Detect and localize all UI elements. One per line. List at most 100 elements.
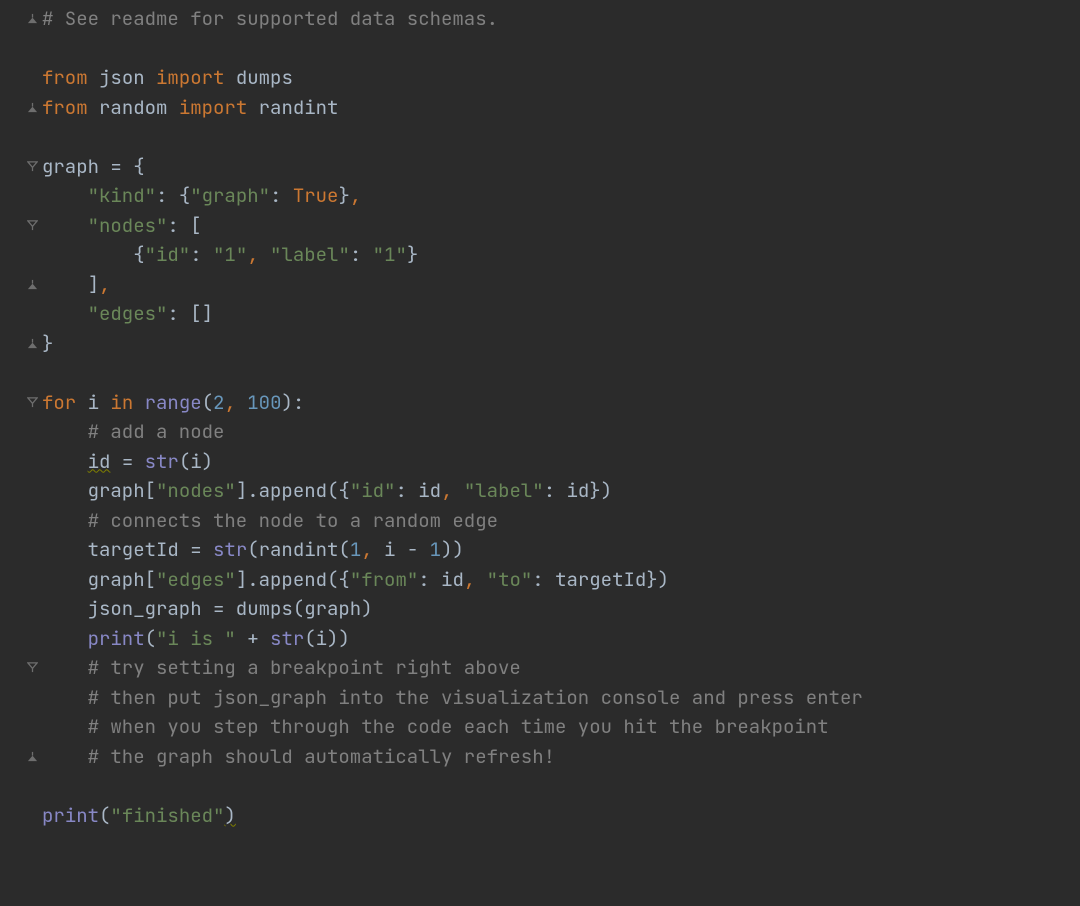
code-token: ): [281,390,304,415]
gutter-line [0,152,42,182]
code-token [42,449,88,474]
code-line[interactable]: } [42,329,1080,359]
code-token: # then put json_graph into the visualiza… [88,685,863,710]
code-token: 2 [213,390,224,415]
code-line[interactable]: print("finished") [42,801,1080,831]
code-token: "label" [270,242,350,267]
code-token: , [441,478,464,503]
code-line[interactable]: from json import dumps [42,63,1080,93]
fold-open-icon[interactable] [27,662,38,673]
code-token: : id}) [544,478,612,503]
code-token: )) [441,537,464,562]
code-token: , [247,242,270,267]
code-token: : id [418,567,464,592]
code-token: : [350,242,373,267]
code-token: , [99,272,110,297]
gutter-line [0,447,42,477]
fold-close-icon[interactable] [27,751,38,762]
code-line[interactable]: # try setting a breakpoint right above [42,653,1080,683]
gutter-line [0,801,42,831]
code-token: + [236,626,270,651]
code-line[interactable]: graph["edges"].append({"from": id, "to":… [42,565,1080,595]
code-token: (i) [179,449,213,474]
gutter-line [0,122,42,152]
code-token [42,213,88,238]
fold-close-icon[interactable] [27,13,38,24]
fold-open-icon[interactable] [27,161,38,172]
code-token: : targetId}) [532,567,669,592]
code-token: True [293,183,339,208]
code-token: { [42,242,145,267]
code-line[interactable]: # then put json_graph into the visualiza… [42,683,1080,713]
gutter-line [0,181,42,211]
code-line[interactable]: for i in range(2, 100): [42,388,1080,418]
code-token: ( [202,390,213,415]
code-token: : [190,242,213,267]
code-line[interactable]: from random import randint [42,93,1080,123]
code-token: : [270,183,293,208]
code-line[interactable]: id = str(i) [42,447,1080,477]
fold-close-icon[interactable] [27,102,38,113]
gutter-line [0,476,42,506]
code-token: "label" [464,478,544,503]
code-line[interactable] [42,34,1080,64]
code-token: graph[ [42,478,156,503]
code-token [42,655,88,680]
code-token: # connects the node to a random edge [88,508,498,533]
code-token: "edges" [156,567,236,592]
code-line[interactable]: # connects the node to a random edge [42,506,1080,536]
code-line[interactable] [42,122,1080,152]
code-token: "1" [373,242,407,267]
code-token: import [179,95,259,120]
code-token: ] [42,272,99,297]
code-line[interactable]: print("i is " + str(i)) [42,624,1080,654]
code-token: "edges" [88,301,168,326]
code-line[interactable]: # See readme for supported data schemas. [42,4,1080,34]
code-line[interactable] [42,771,1080,801]
code-token: range [145,390,202,415]
code-line[interactable]: ], [42,270,1080,300]
code-line[interactable]: # the graph should automatically refresh… [42,742,1080,772]
gutter-line [0,535,42,565]
code-line[interactable]: # when you step through the code each ti… [42,712,1080,742]
gutter-line [0,506,42,536]
gutter-line [0,4,42,34]
code-token: "nodes" [156,478,236,503]
code-token: i [88,390,111,415]
code-line[interactable]: "nodes": [ [42,211,1080,241]
code-token: targetId = [42,537,213,562]
code-token: # add a node [88,419,225,444]
code-token: str [213,537,247,562]
fold-close-icon[interactable] [27,338,38,349]
code-area[interactable]: # See readme for supported data schemas.… [42,0,1080,906]
code-token: 1 [430,537,441,562]
fold-close-icon[interactable] [27,279,38,290]
code-token: "nodes" [88,213,168,238]
code-token: ].append({ [236,478,350,503]
fold-open-icon[interactable] [27,220,38,231]
code-line[interactable]: "edges": [] [42,299,1080,329]
code-token: 1 [350,537,361,562]
code-line[interactable]: {"id": "1", "label": "1"} [42,240,1080,270]
code-line[interactable] [42,358,1080,388]
code-token: # try setting a breakpoint right above [88,655,521,680]
code-token: "id" [350,478,396,503]
gutter-line [0,565,42,595]
code-line[interactable]: "kind": {"graph": True}, [42,181,1080,211]
gutter-line [0,211,42,241]
gutter-line [0,299,42,329]
code-token: : [ [167,213,201,238]
code-line[interactable]: # add a node [42,417,1080,447]
code-token: = [110,449,144,474]
code-editor[interactable]: # See readme for supported data schemas.… [0,0,1080,906]
code-line[interactable]: targetId = str(randint(1, i - 1)) [42,535,1080,565]
code-line[interactable]: graph["nodes"].append({"id": id, "label"… [42,476,1080,506]
code-line[interactable]: graph = { [42,152,1080,182]
code-line[interactable]: json_graph = dumps(graph) [42,594,1080,624]
code-token: } [407,242,418,267]
code-token: ( [145,626,156,651]
code-token: i - [384,537,430,562]
gutter-line [0,270,42,300]
fold-open-icon[interactable] [27,397,38,408]
code-token: import [156,65,236,90]
